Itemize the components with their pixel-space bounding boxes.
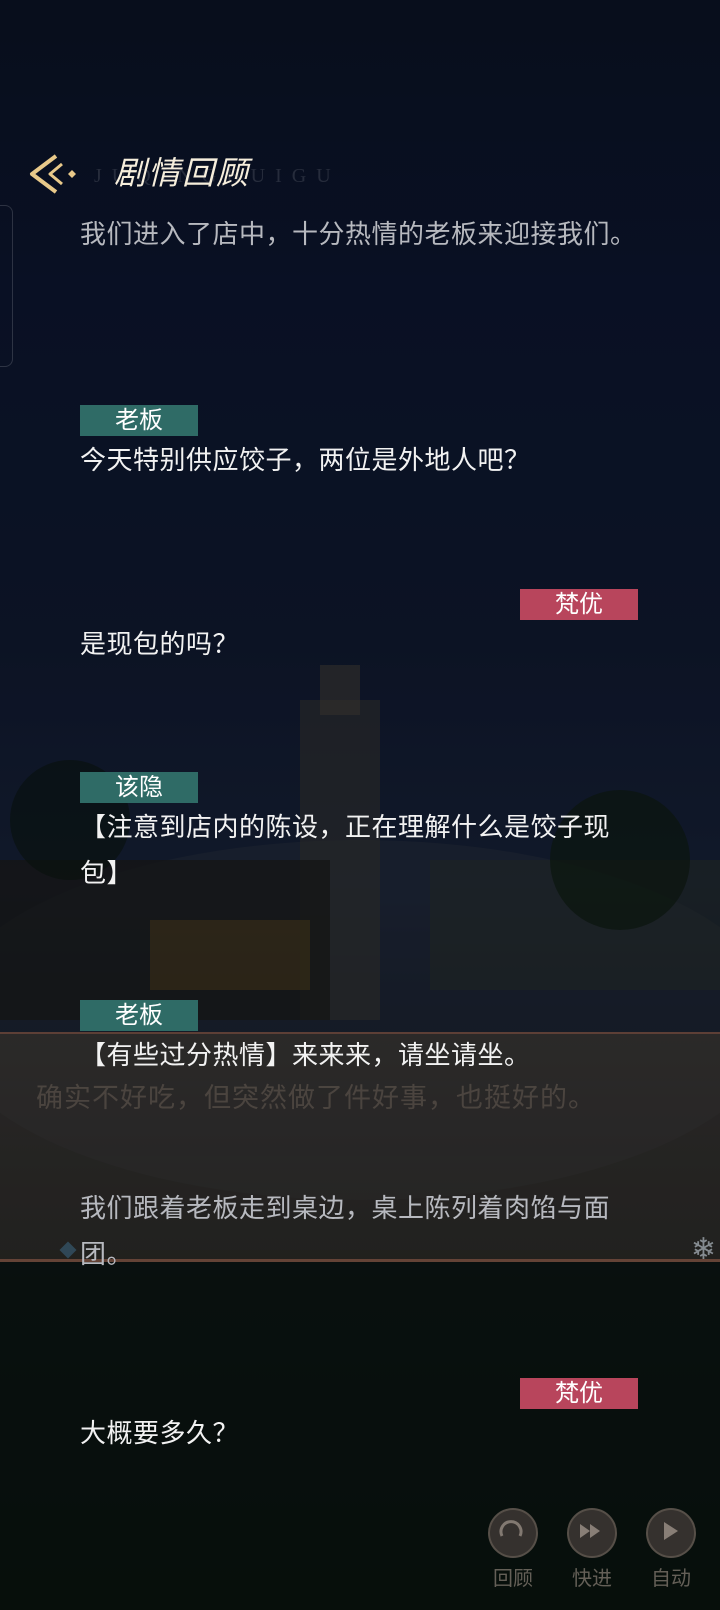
play-icon <box>646 1508 696 1558</box>
fast-forward-icon <box>567 1508 617 1558</box>
page-title: 剧情回顾 <box>114 154 251 192</box>
review-entry: 梵优 是现包的吗？ <box>80 589 640 668</box>
review-icon <box>488 1508 538 1558</box>
back-button[interactable] <box>26 150 80 198</box>
speaker-tag: 该隐 <box>80 772 198 803</box>
entry-text: 【有些过分热情】来来来，请坐请坐。 <box>80 1041 531 1071</box>
back-arrow-icon <box>30 154 76 194</box>
review-entry: 梵优 大概要多久？ <box>80 1378 640 1457</box>
entry-text: 今天特别供应饺子，两位是外地人吧？ <box>80 446 531 476</box>
speaker-tag: 老板 <box>80 1000 198 1031</box>
review-button[interactable]: 回顾 <box>473 1500 553 1591</box>
speaker-tag: 老板 <box>80 405 198 436</box>
review-entry: 老板 【有些过分热情】来来来，请坐请坐。 <box>80 1000 640 1079</box>
review-entry: 我们跟着老板走到桌边，桌上陈列着肉馅与面团。 <box>80 1186 640 1278</box>
fast-forward-button[interactable]: 快进 <box>552 1500 632 1591</box>
entry-text: 【注意到店内的陈设，正在理解什么是饺子现包】 <box>80 813 611 889</box>
review-entry: 我们进入了店中，十分热情的老板来迎接我们。 <box>80 212 640 258</box>
speaker-tag: 梵优 <box>520 1378 638 1409</box>
side-handle[interactable] <box>0 205 13 367</box>
review-label: 回顾 <box>493 1566 533 1590</box>
entry-text: 我们跟着老板走到桌边，桌上陈列着肉馅与面团。 <box>80 1194 611 1270</box>
review-entry: 该隐 【注意到店内的陈设，正在理解什么是饺子现包】 <box>80 772 640 897</box>
speaker-tag: 梵优 <box>520 589 638 620</box>
entry-text: 我们进入了店中，十分热情的老板来迎接我们。 <box>80 220 637 250</box>
fast-forward-label: 快进 <box>572 1566 612 1590</box>
story-review-panel[interactable]: JUQINGHUIGU 剧情回顾 我们进入了店中，十分热情的老板来迎接我们。 老… <box>0 0 720 1610</box>
entry-text: 大概要多久？ <box>80 1419 240 1449</box>
game-controls: 回顾 快进 自动 <box>0 1500 720 1600</box>
review-entry: 老板 今天特别供应饺子，两位是外地人吧？ <box>80 405 640 484</box>
review-header: JUQINGHUIGU 剧情回顾 <box>0 140 720 210</box>
entry-text: 是现包的吗？ <box>80 630 240 660</box>
auto-button[interactable]: 自动 <box>631 1500 711 1591</box>
auto-label: 自动 <box>651 1566 691 1590</box>
